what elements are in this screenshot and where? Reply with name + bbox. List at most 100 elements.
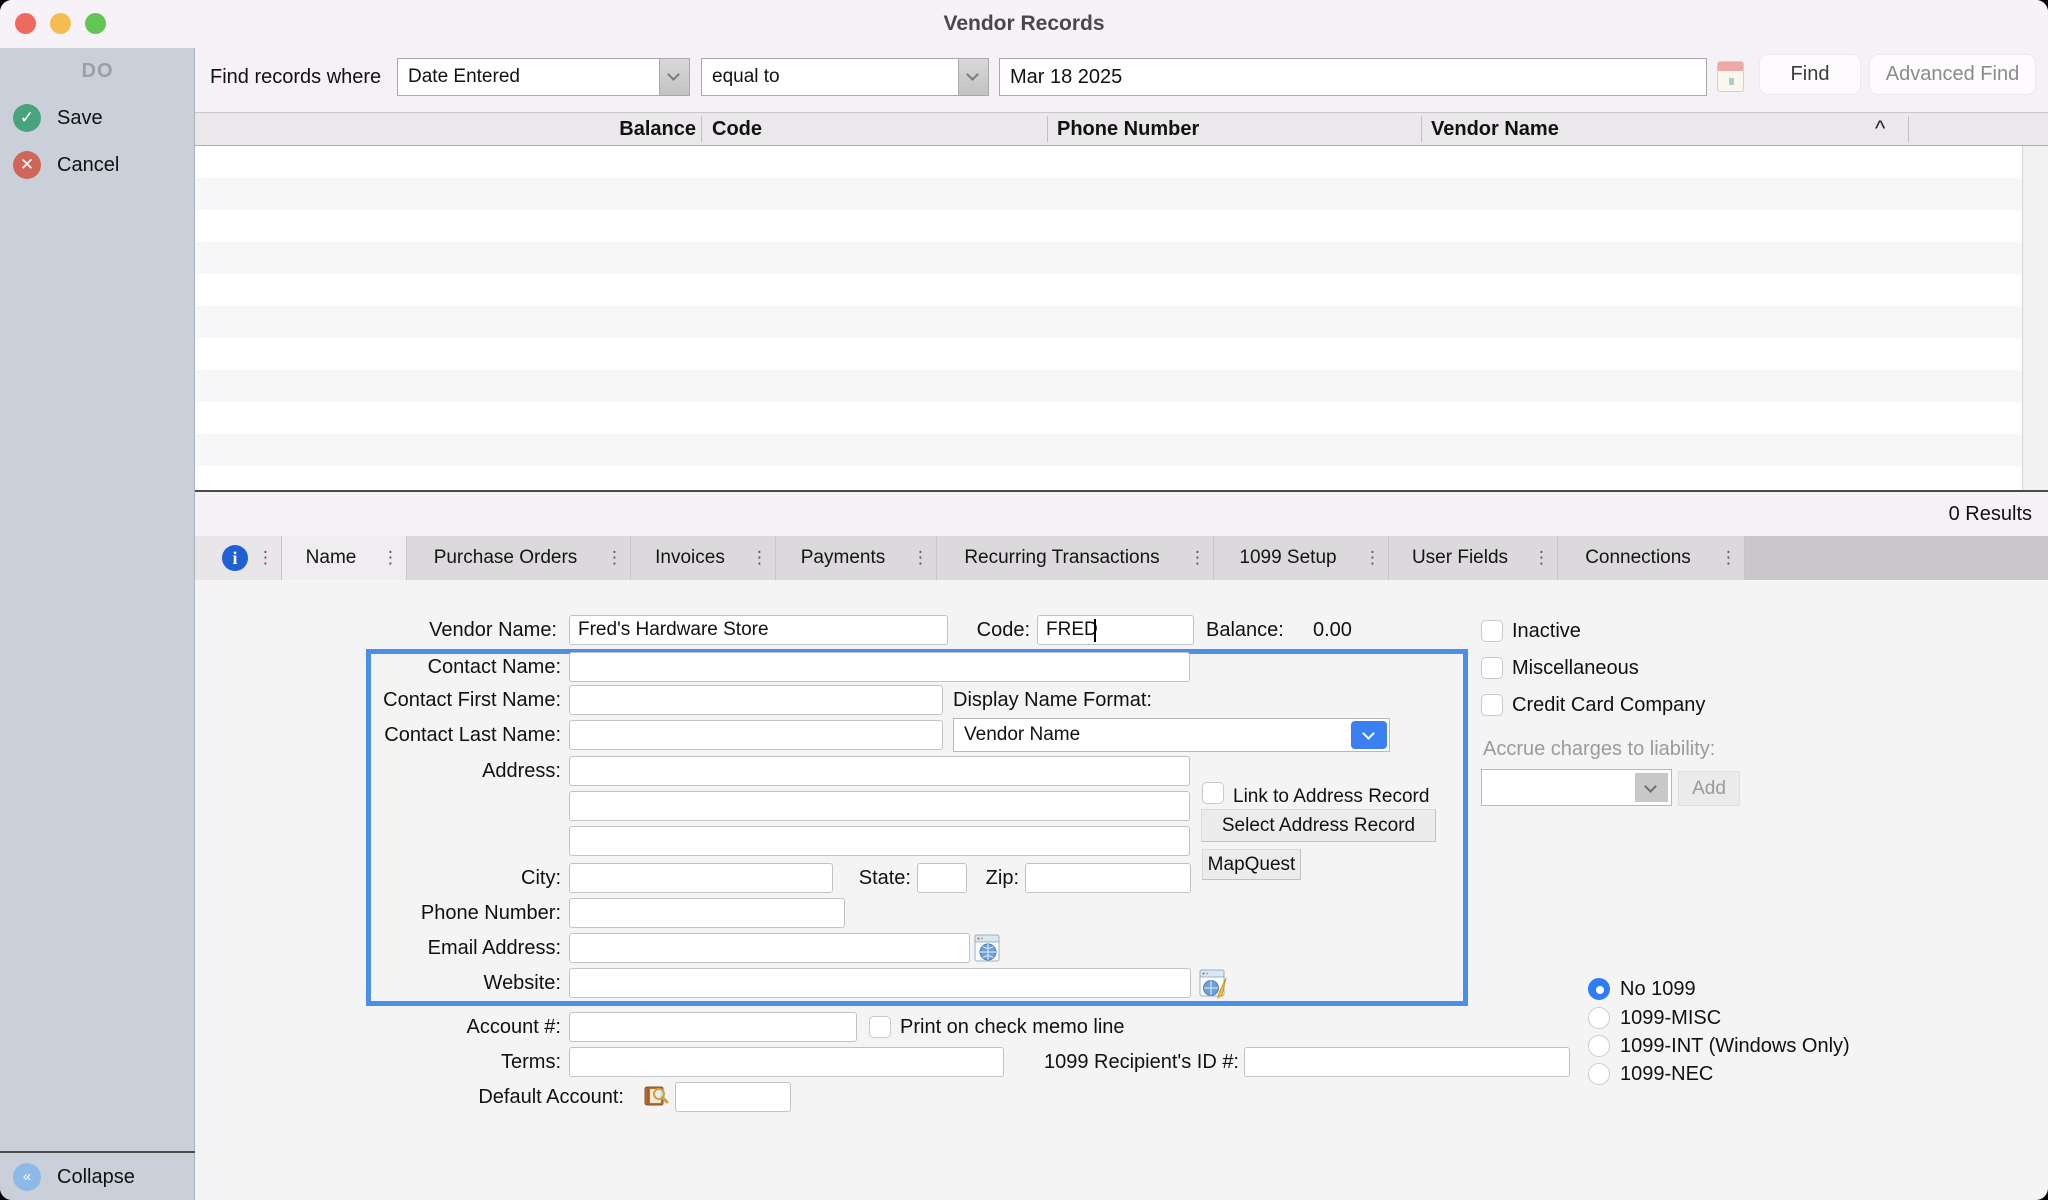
results-status-bar: 0 Results bbox=[195, 492, 2048, 536]
website-field[interactable] bbox=[569, 968, 1191, 998]
results-table-header: Balance Code Phone Number Vendor Name ^ bbox=[195, 112, 2048, 146]
tab-drag-handle[interactable]: ⋮ bbox=[751, 536, 768, 580]
vertical-scrollbar-track[interactable] bbox=[2022, 146, 2048, 490]
tab-recurring-transactions[interactable]: Recurring Transactions ⋮ bbox=[937, 536, 1214, 580]
tab-drag-handle[interactable]: ⋮ bbox=[606, 536, 623, 580]
tab-connections[interactable]: Connections ⋮ bbox=[1558, 536, 1745, 580]
contact-name-label: Contact Name: bbox=[250, 652, 561, 682]
address-label: Address: bbox=[250, 756, 561, 786]
email-address-label: Email Address: bbox=[250, 933, 561, 963]
tab-bar: i ⋮ Name ⋮ Purchase Orders ⋮ Invoices ⋮ … bbox=[195, 536, 2048, 580]
chevron-down-icon bbox=[1635, 773, 1668, 802]
recipient-id-field[interactable] bbox=[1244, 1047, 1570, 1077]
find-operator-value: equal to bbox=[712, 59, 780, 95]
phone-number-field[interactable] bbox=[569, 898, 845, 928]
code-label: Code: bbox=[930, 615, 1030, 645]
sidebar-item-cancel[interactable]: ✕ Cancel bbox=[0, 148, 195, 182]
website-browser-edit-icon[interactable] bbox=[1199, 969, 1228, 1005]
find-value-input[interactable] bbox=[999, 58, 1707, 96]
tab-bar-filler bbox=[1745, 536, 2048, 580]
link-to-address-record-checkbox[interactable] bbox=[1202, 782, 1224, 804]
tab-info[interactable]: i ⋮ bbox=[195, 536, 282, 580]
column-header-vendor-name[interactable]: Vendor Name bbox=[1431, 113, 1559, 145]
tab-user-fields[interactable]: User Fields ⋮ bbox=[1389, 536, 1558, 580]
miscellaneous-checkbox[interactable] bbox=[1481, 657, 1503, 679]
contact-first-name-field[interactable] bbox=[569, 685, 943, 715]
cancel-x-icon: ✕ bbox=[13, 151, 41, 179]
print-on-check-memo-label: Print on check memo line bbox=[900, 1012, 1125, 1042]
display-name-format-select[interactable]: Vendor Name bbox=[953, 718, 1390, 752]
1099-nec-label: 1099-NEC bbox=[1620, 1059, 1713, 1089]
recipient-id-label: 1099 Recipient's ID #: bbox=[1000, 1047, 1239, 1077]
find-button[interactable]: Find bbox=[1759, 54, 1861, 95]
1099-int-radio[interactable] bbox=[1588, 1035, 1610, 1057]
mapquest-button[interactable]: MapQuest bbox=[1202, 849, 1301, 880]
sidebar-collapse-button[interactable]: « Collapse bbox=[0, 1160, 195, 1194]
email-address-field[interactable] bbox=[569, 933, 970, 963]
tab-invoices[interactable]: Invoices ⋮ bbox=[631, 536, 776, 580]
tab-drag-handle[interactable]: ⋮ bbox=[1364, 536, 1381, 580]
tab-drag-handle[interactable]: ⋮ bbox=[912, 536, 929, 580]
address-line3-field[interactable] bbox=[569, 826, 1190, 856]
credit-card-company-checkbox[interactable] bbox=[1481, 694, 1503, 716]
text-cursor bbox=[1094, 619, 1096, 642]
chevron-down-icon bbox=[1351, 721, 1387, 749]
state-label: State: bbox=[845, 863, 911, 893]
vendor-name-field[interactable] bbox=[569, 615, 948, 645]
zip-label: Zip: bbox=[955, 863, 1019, 893]
1099-misc-radio[interactable] bbox=[1588, 1007, 1610, 1029]
tab-drag-handle[interactable]: ⋮ bbox=[1189, 536, 1206, 580]
column-header-balance[interactable]: Balance bbox=[575, 113, 696, 145]
address-line2-field[interactable] bbox=[569, 791, 1190, 821]
default-account-label: Default Account: bbox=[380, 1082, 624, 1112]
terms-label: Terms: bbox=[250, 1047, 561, 1077]
find-operator-select[interactable]: equal to bbox=[701, 58, 989, 96]
link-to-address-record-label: Link to Address Record bbox=[1233, 782, 1429, 812]
title-bar: Vendor Records bbox=[0, 0, 2048, 48]
account-lookup-book-icon[interactable] bbox=[641, 1083, 669, 1116]
sidebar-item-save[interactable]: ✓ Save bbox=[0, 101, 195, 135]
terms-field[interactable] bbox=[569, 1047, 1004, 1077]
results-table-body[interactable] bbox=[195, 146, 2022, 490]
chevron-down-icon bbox=[659, 59, 689, 95]
inactive-label: Inactive bbox=[1512, 616, 1581, 646]
default-account-field[interactable] bbox=[675, 1082, 791, 1112]
address-line1-field[interactable] bbox=[569, 756, 1190, 786]
column-header-code[interactable]: Code bbox=[712, 113, 762, 145]
tab-drag-handle[interactable]: ⋮ bbox=[1720, 536, 1737, 580]
add-liability-button[interactable]: Add bbox=[1678, 771, 1740, 806]
tab-drag-handle[interactable]: ⋮ bbox=[257, 536, 274, 580]
tab-drag-handle[interactable]: ⋮ bbox=[1533, 536, 1550, 580]
results-count: 0 Results bbox=[1949, 492, 2032, 536]
tab-name[interactable]: Name ⋮ bbox=[282, 536, 407, 580]
collapse-chevrons-icon: « bbox=[13, 1163, 41, 1191]
balance-label: Balance: bbox=[1206, 615, 1284, 645]
select-address-record-button[interactable]: Select Address Record bbox=[1201, 809, 1436, 842]
miscellaneous-label: Miscellaneous bbox=[1512, 653, 1639, 683]
print-on-check-memo-checkbox[interactable] bbox=[869, 1016, 891, 1038]
inactive-checkbox[interactable] bbox=[1481, 620, 1503, 642]
find-field-value: Date Entered bbox=[408, 59, 520, 95]
1099-nec-radio[interactable] bbox=[1588, 1063, 1610, 1085]
advanced-find-button[interactable]: Advanced Find bbox=[1869, 54, 2036, 95]
tab-payments[interactable]: Payments ⋮ bbox=[776, 536, 937, 580]
contact-last-name-field[interactable] bbox=[569, 720, 943, 750]
zip-field[interactable] bbox=[1025, 863, 1191, 893]
collapse-label: Collapse bbox=[57, 1160, 135, 1194]
account-number-field[interactable] bbox=[569, 1012, 857, 1042]
code-field[interactable] bbox=[1037, 615, 1194, 645]
vendor-records-window: Vendor Records DO ✓ Save ✕ Cancel « Coll… bbox=[0, 0, 2048, 1200]
no-1099-radio[interactable] bbox=[1588, 978, 1610, 1000]
tab-purchase-orders[interactable]: Purchase Orders ⋮ bbox=[407, 536, 631, 580]
sort-ascending-icon[interactable]: ^ bbox=[1875, 113, 1885, 145]
phone-number-label: Phone Number: bbox=[250, 898, 561, 928]
contact-name-field[interactable] bbox=[569, 652, 1190, 682]
email-browser-globe-icon[interactable] bbox=[974, 934, 1001, 968]
tab-1099-setup[interactable]: 1099 Setup ⋮ bbox=[1214, 536, 1389, 580]
city-field[interactable] bbox=[569, 863, 833, 893]
find-field-select[interactable]: Date Entered bbox=[397, 58, 690, 96]
tab-drag-handle[interactable]: ⋮ bbox=[382, 536, 399, 580]
liability-account-select[interactable] bbox=[1481, 769, 1672, 806]
calendar-icon[interactable] bbox=[1717, 61, 1744, 92]
column-header-phone-number[interactable]: Phone Number bbox=[1057, 113, 1199, 145]
